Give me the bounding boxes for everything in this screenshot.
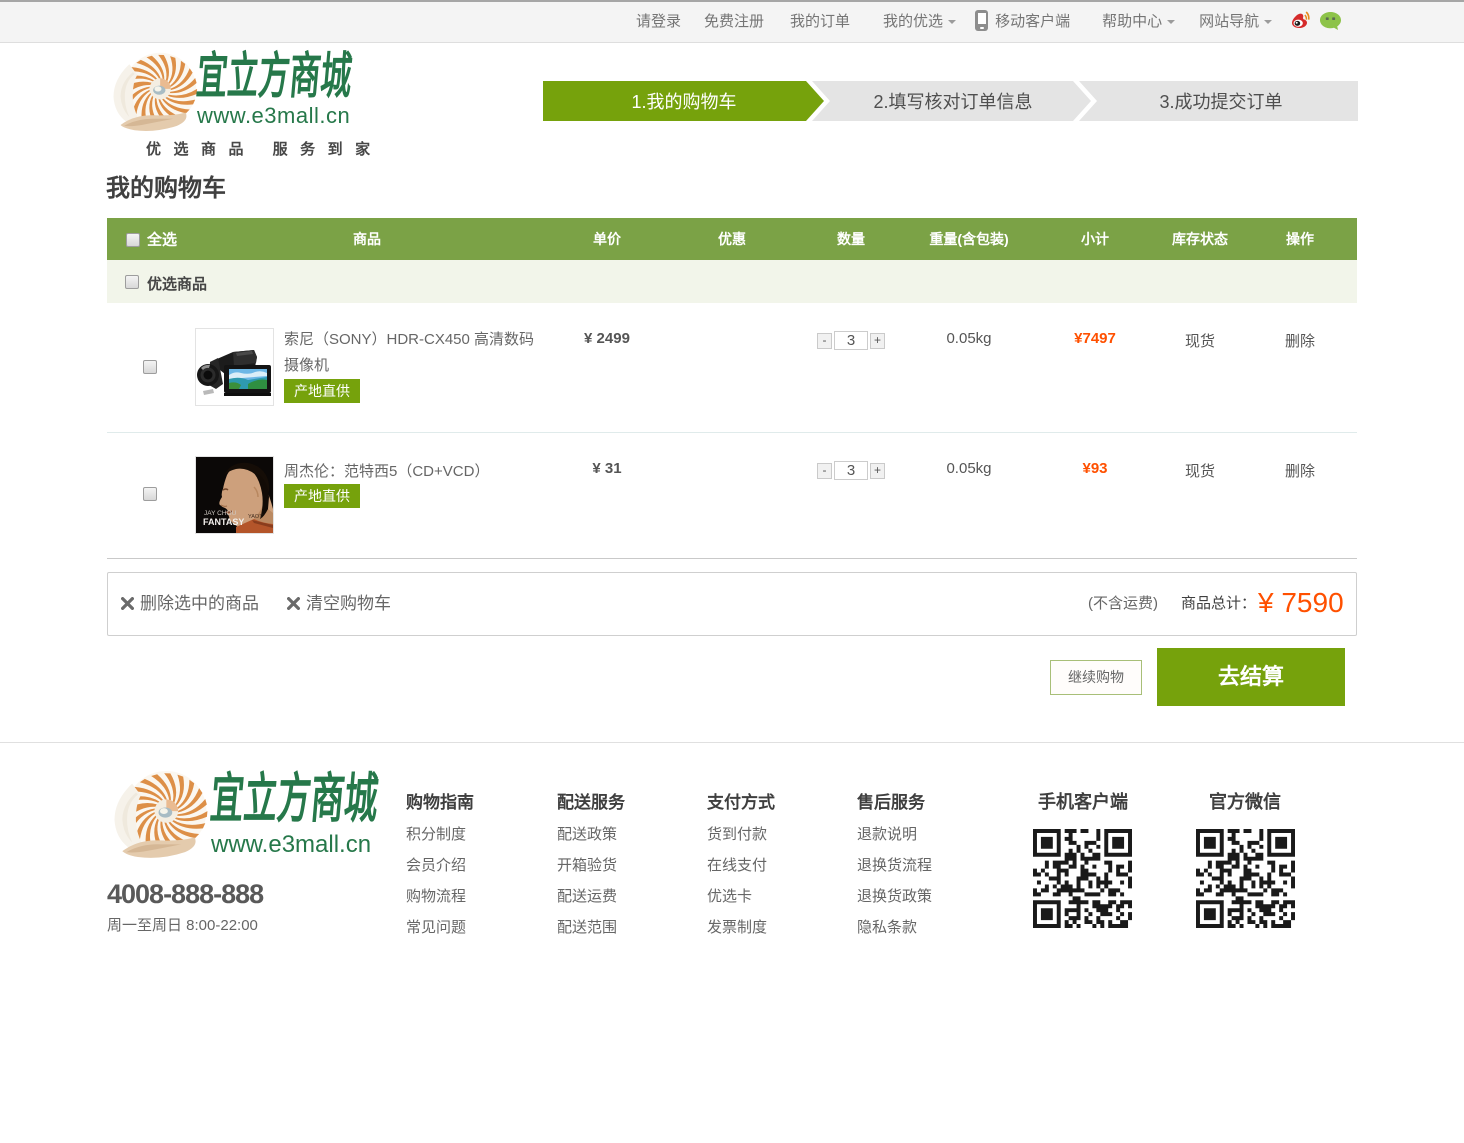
svg-text:1.我的购物车: 1.我的购物车 — [631, 92, 736, 112]
svg-text:JAY CHOU: JAY CHOU — [204, 510, 237, 517]
svg-text:YAOT: YAOT — [248, 514, 263, 520]
svg-text:FANTASY: FANTASY — [203, 517, 244, 527]
svg-text:2.填写核对订单信息: 2.填写核对订单信息 — [873, 92, 1032, 112]
svg-text:3.成功提交订单: 3.成功提交订单 — [1159, 92, 1282, 112]
